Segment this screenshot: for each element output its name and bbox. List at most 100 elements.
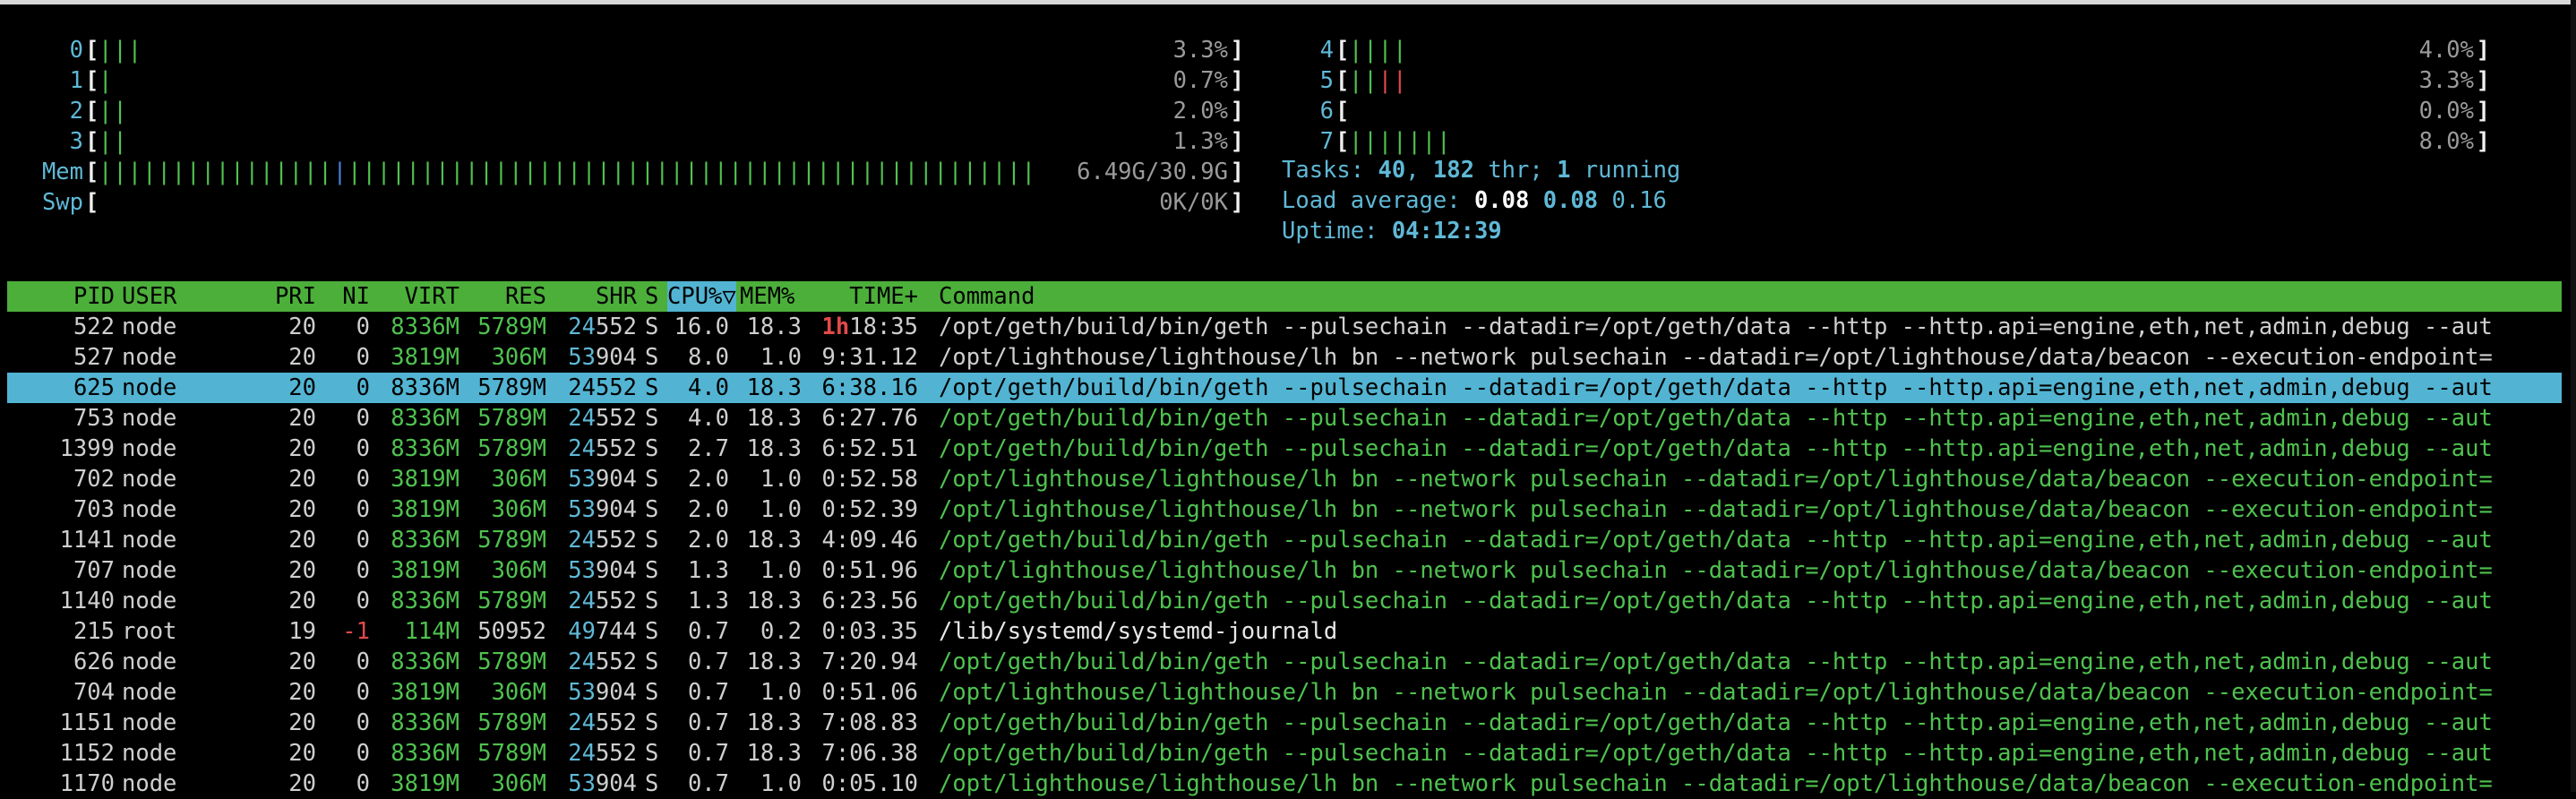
state: S bbox=[645, 314, 659, 340]
shr-high: 53 bbox=[568, 770, 596, 797]
user: node bbox=[122, 740, 177, 767]
process-row[interactable]: 704 node 20 0 3819M 306M 53904 S 0.7 1.0 0:51.06/o… bbox=[7, 677, 2562, 708]
col-cpu-sorted[interactable]: CPU%▽ bbox=[667, 281, 736, 312]
swap-meter: Swp[0K/0K] bbox=[42, 187, 1246, 218]
process-row[interactable]: 1152 node 20 0 8336M 5789M 24552 S 0.7 18.3 7:06.3… bbox=[7, 738, 2562, 769]
process-row[interactable]: 626 node 20 0 8336M 5789M 24552 S 0.7 18.3 7:20.94… bbox=[7, 647, 2562, 677]
shr: 53904 bbox=[552, 769, 637, 799]
col-state[interactable]: S bbox=[645, 281, 658, 312]
command: /opt/geth/build/bin/geth --pulsechain --… bbox=[939, 740, 2493, 767]
time: 9:31.12 bbox=[818, 342, 918, 373]
nice: 0 bbox=[356, 466, 370, 493]
shr-high: 24 bbox=[568, 740, 596, 767]
col-pri[interactable]: PRI bbox=[249, 281, 316, 312]
pid: 625 bbox=[73, 374, 115, 401]
shr-low: 552 bbox=[595, 314, 637, 340]
shr-low: 552 bbox=[595, 649, 637, 675]
process-row[interactable]: 1141 node 20 0 8336M 5789M 24552 S 2.0 18.3 4:09.4… bbox=[7, 525, 2562, 555]
user: node bbox=[122, 405, 177, 432]
mem-percent: 18.3 bbox=[746, 709, 802, 736]
col-res[interactable]: RES bbox=[464, 281, 546, 312]
priority: 20 bbox=[288, 314, 316, 340]
res: 5789M bbox=[477, 374, 546, 401]
time: 0:52.58 bbox=[818, 464, 918, 494]
time-rest: 0:51.96 bbox=[821, 557, 918, 584]
virt: 3819M bbox=[391, 496, 459, 523]
cpu-meter-0: 0[||| 3.3%] bbox=[70, 35, 1246, 65]
process-row[interactable]: 527 node 20 0 3819M 306M 53904 S 8.0 1.0 9:31.12/o… bbox=[7, 342, 2562, 373]
process-row[interactable]: 215 root 19 -1 114M 50952 49744 S 0.7 0.2 0:03.35/… bbox=[7, 616, 2562, 647]
command: /opt/geth/build/bin/geth --pulsechain --… bbox=[939, 405, 2493, 432]
col-ni[interactable]: NI bbox=[325, 281, 370, 312]
meter-open-bracket: [ bbox=[85, 37, 99, 64]
shr-low: 552 bbox=[595, 740, 637, 767]
process-row[interactable]: 702 node 20 0 3819M 306M 53904 S 2.0 1.0 0:52.58/o… bbox=[7, 464, 2562, 494]
shr: 24552 bbox=[552, 312, 637, 342]
process-row[interactable]: 1170 node 20 0 3819M 306M 53904 S 0.7 1.0 0:05.10/… bbox=[7, 769, 2562, 799]
cpu-percent: 2.0% bbox=[1172, 98, 1228, 125]
col-shr[interactable]: SHR bbox=[552, 281, 637, 312]
res: 5789M bbox=[477, 435, 546, 462]
pid: 215 bbox=[73, 618, 115, 645]
cpu-percent: 0.0% bbox=[2418, 98, 2474, 125]
pid: 1140 bbox=[59, 588, 115, 614]
state: S bbox=[645, 466, 659, 493]
state: S bbox=[645, 374, 659, 401]
shr: 49744 bbox=[552, 616, 637, 647]
shr: 24552 bbox=[552, 434, 637, 464]
cpu-label: 1 bbox=[69, 67, 83, 94]
cpu-percent: 8.0 bbox=[687, 344, 729, 371]
virt: 8336M bbox=[391, 405, 459, 432]
command: /opt/lighthouse/lighthouse/lh bn --netwo… bbox=[939, 466, 2493, 493]
process-row[interactable]: 707 node 20 0 3819M 306M 53904 S 1.3 1.0 0:51.96/o… bbox=[7, 555, 2562, 586]
shr: 53904 bbox=[552, 677, 637, 708]
cpu-meter-5: 5[|||| 3.3%] bbox=[1320, 65, 2492, 96]
nice: -1 bbox=[342, 618, 370, 645]
nice: 0 bbox=[356, 405, 370, 432]
cpu-percent: 3.3% bbox=[1172, 37, 1228, 64]
mem-percent: 18.3 bbox=[746, 405, 802, 432]
user: node bbox=[122, 496, 177, 523]
col-pid[interactable]: PID bbox=[16, 281, 115, 312]
pid: 626 bbox=[73, 649, 115, 675]
state: S bbox=[645, 770, 659, 797]
cpu-usage-bars: |||| bbox=[1349, 67, 1408, 94]
process-row[interactable]: 753 node 20 0 8336M 5789M 24552 S 4.0 18.3 6:27.76… bbox=[7, 403, 2562, 434]
process-row[interactable]: 625 node 20 0 8336M 5789M 24552 S 4.0 18.3 6:38.16… bbox=[7, 373, 2562, 403]
nice: 0 bbox=[356, 527, 370, 554]
col-virt[interactable]: VIRT bbox=[379, 281, 459, 312]
col-mem[interactable]: MEM% bbox=[740, 281, 794, 312]
shr: 24552 bbox=[552, 738, 637, 769]
cpu-percent: 0.7 bbox=[687, 709, 729, 736]
process-row[interactable]: 1151 node 20 0 8336M 5789M 24552 S 0.7 18.3 7:08.8… bbox=[7, 708, 2562, 738]
res: 5789M bbox=[477, 405, 546, 432]
col-user[interactable]: USER bbox=[122, 281, 176, 312]
shr-high: 24 bbox=[568, 709, 596, 736]
time-rest: 7:20.94 bbox=[821, 649, 918, 675]
pid: 522 bbox=[73, 314, 115, 340]
nice: 0 bbox=[356, 435, 370, 462]
command: /opt/geth/build/bin/geth --pulsechain --… bbox=[939, 374, 2493, 401]
process-row[interactable]: 522 node 20 0 8336M 5789M 24552 S 16.0 18.3 1h18:3… bbox=[7, 312, 2562, 342]
cpu-meter-3: 3[|| 1.3%] bbox=[70, 126, 1246, 157]
time-rest: 0:05.10 bbox=[821, 770, 918, 797]
col-command[interactable]: Command bbox=[939, 281, 1035, 312]
command: /opt/geth/build/bin/geth --pulsechain --… bbox=[939, 314, 2493, 340]
priority: 20 bbox=[288, 496, 316, 523]
process-row[interactable]: 1140 node 20 0 8336M 5789M 24552 S 1.3 18.3 6:23.5… bbox=[7, 586, 2562, 616]
process-row[interactable]: 1399 node 20 0 8336M 5789M 24552 S 2.7 18.3 6:52.5… bbox=[7, 434, 2562, 464]
shr: 24552 bbox=[552, 373, 637, 403]
nice: 0 bbox=[356, 709, 370, 736]
pid: 702 bbox=[73, 466, 115, 493]
col-time[interactable]: TIME+ bbox=[818, 281, 918, 312]
process-row[interactable]: 703 node 20 0 3819M 306M 53904 S 2.0 1.0 0:52.39/o… bbox=[7, 494, 2562, 525]
time: 0:52.39 bbox=[818, 494, 918, 525]
cpu-meter-6: 6[0.0%] bbox=[1320, 96, 2492, 126]
cpu-percent: 2.7 bbox=[687, 435, 729, 462]
process-table-header[interactable]: PID USER PRI NI VIRT RES SHR S CPU%▽ MEM… bbox=[7, 281, 2562, 312]
virt: 8336M bbox=[391, 374, 459, 401]
shr-high: 53 bbox=[568, 679, 596, 706]
time: 4:09.46 bbox=[818, 525, 918, 555]
cpu-meter-2: 2[|| 2.0%] bbox=[70, 96, 1246, 126]
time-rest: 0:03.35 bbox=[821, 618, 918, 645]
